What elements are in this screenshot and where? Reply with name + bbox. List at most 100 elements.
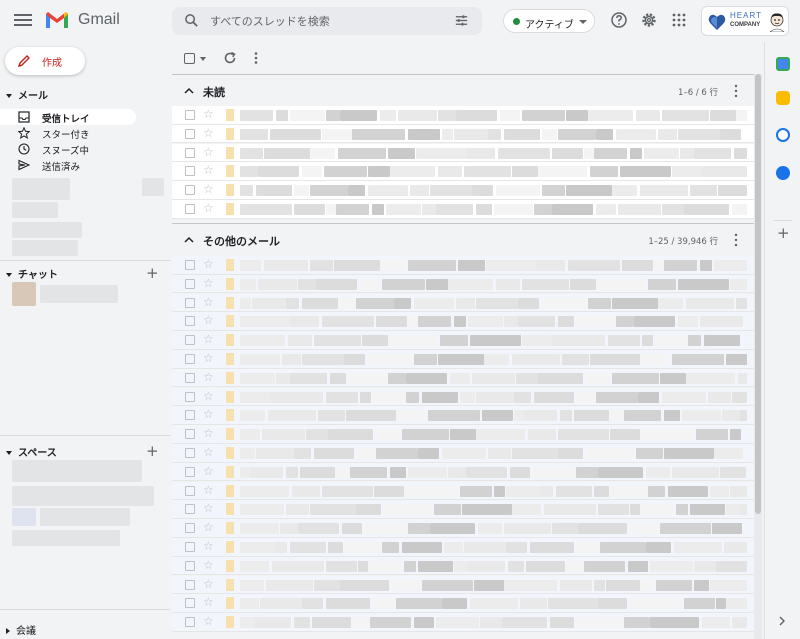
star-icon[interactable]: ☆ — [203, 332, 214, 346]
tasks-icon[interactable] — [776, 128, 790, 142]
importance-marker-icon[interactable] — [226, 465, 234, 478]
blurred-space-item[interactable] — [40, 508, 130, 526]
star-icon[interactable]: ☆ — [203, 351, 214, 365]
importance-marker-icon[interactable] — [226, 146, 234, 159]
row-checkbox[interactable] — [185, 598, 195, 609]
main-menu-icon[interactable] — [14, 11, 32, 29]
section-more-icon[interactable] — [734, 233, 738, 247]
user-avatar[interactable] — [768, 12, 786, 32]
importance-marker-icon[interactable] — [226, 522, 234, 535]
star-icon[interactable]: ☆ — [203, 595, 214, 609]
email-row[interactable]: ☆ — [172, 613, 754, 632]
row-checkbox[interactable] — [185, 410, 195, 421]
star-icon[interactable]: ☆ — [203, 389, 214, 403]
more-options-icon[interactable] — [248, 50, 264, 66]
contacts-icon[interactable] — [776, 166, 790, 180]
row-checkbox[interactable] — [185, 147, 195, 158]
email-row[interactable]: ☆ — [172, 350, 754, 369]
row-checkbox[interactable] — [185, 278, 195, 289]
importance-marker-icon[interactable] — [226, 259, 234, 271]
star-icon[interactable]: ☆ — [203, 577, 214, 591]
add-chat-plus-icon[interactable]: + — [146, 266, 159, 281]
row-checkbox[interactable] — [185, 391, 195, 402]
row-checkbox[interactable] — [185, 523, 195, 534]
email-row[interactable]: ☆ — [172, 575, 754, 595]
row-checkbox[interactable] — [185, 466, 195, 477]
importance-marker-icon[interactable] — [226, 616, 234, 629]
star-icon[interactable]: ☆ — [203, 445, 214, 459]
search-options-icon[interactable] — [454, 13, 469, 28]
star-icon[interactable]: ☆ — [203, 182, 214, 196]
email-row[interactable]: ☆ — [172, 444, 754, 463]
gmail-logo-icon[interactable] — [44, 10, 70, 30]
row-checkbox[interactable] — [185, 128, 195, 139]
row-checkbox[interactable] — [185, 185, 195, 196]
importance-marker-icon[interactable] — [226, 559, 234, 572]
star-icon[interactable]: ☆ — [203, 276, 214, 290]
blurred-chat-name[interactable] — [40, 285, 118, 303]
chevron-up-icon[interactable] — [184, 87, 194, 95]
search-icon[interactable] — [184, 13, 199, 28]
gmail-wordmark[interactable]: Gmail — [78, 11, 120, 29]
star-icon[interactable]: ☆ — [203, 501, 214, 515]
account-organization-badge[interactable]: HEART COMPANY — [701, 6, 789, 36]
mail-section-header[interactable]: メール — [6, 87, 48, 102]
row-checkbox[interactable] — [185, 542, 195, 552]
importance-marker-icon[interactable] — [226, 353, 234, 365]
sidebar-item-starred[interactable]: スター付き — [0, 125, 136, 141]
sidebar-item-sent[interactable]: 送信済み — [0, 157, 136, 173]
refresh-icon[interactable] — [222, 50, 238, 66]
star-icon[interactable]: ☆ — [203, 163, 214, 177]
importance-marker-icon[interactable] — [226, 277, 234, 290]
row-checkbox[interactable] — [185, 110, 195, 120]
email-row[interactable]: ☆ — [172, 425, 754, 444]
row-checkbox[interactable] — [185, 260, 195, 270]
email-row[interactable]: ☆ — [172, 538, 754, 557]
row-checkbox[interactable] — [185, 560, 195, 571]
row-checkbox[interactable] — [185, 429, 195, 440]
blurred-space-item[interactable] — [12, 460, 142, 482]
star-icon[interactable]: ☆ — [203, 614, 214, 628]
email-row[interactable]: ☆ — [172, 274, 754, 294]
spaces-section-header[interactable]: スペース — [6, 444, 57, 459]
importance-marker-icon[interactable] — [226, 315, 234, 328]
star-icon[interactable]: ☆ — [203, 370, 214, 384]
email-row[interactable]: ☆ — [172, 519, 754, 538]
star-icon[interactable]: ☆ — [203, 407, 214, 421]
scrollbar-thumb[interactable] — [755, 74, 761, 514]
importance-marker-icon[interactable] — [226, 578, 234, 591]
star-icon[interactable]: ☆ — [203, 520, 214, 534]
row-checkbox[interactable] — [185, 504, 195, 515]
email-row[interactable]: ☆ — [172, 162, 754, 181]
row-checkbox[interactable] — [185, 316, 195, 327]
importance-marker-icon[interactable] — [226, 428, 234, 441]
star-icon[interactable]: ☆ — [203, 313, 214, 327]
importance-marker-icon[interactable] — [226, 334, 234, 347]
meet-section-header[interactable]: 会議 — [6, 622, 36, 637]
row-checkbox[interactable] — [185, 617, 195, 628]
chat-section-header[interactable]: チャット — [6, 266, 58, 281]
email-row[interactable]: ☆ — [172, 181, 754, 200]
importance-marker-icon[interactable] — [226, 296, 234, 309]
email-row[interactable]: ☆ — [172, 481, 754, 501]
row-checkbox[interactable] — [185, 354, 195, 364]
keep-icon[interactable] — [776, 91, 790, 105]
email-row[interactable]: ☆ — [172, 406, 754, 425]
importance-marker-icon[interactable] — [226, 541, 234, 553]
expand-side-panel-chevron-icon[interactable] — [778, 616, 786, 626]
importance-marker-icon[interactable] — [226, 203, 234, 215]
star-icon[interactable]: ☆ — [203, 295, 214, 309]
calendar-icon[interactable] — [776, 57, 790, 71]
importance-marker-icon[interactable] — [226, 597, 234, 610]
importance-marker-icon[interactable] — [226, 109, 234, 121]
row-checkbox[interactable] — [185, 579, 195, 590]
importance-marker-icon[interactable] — [226, 503, 234, 516]
blurred-space-item[interactable] — [12, 530, 120, 546]
row-checkbox[interactable] — [185, 485, 195, 496]
importance-marker-icon[interactable] — [226, 127, 234, 140]
email-row[interactable]: ☆ — [172, 256, 754, 275]
blurred-space-item[interactable] — [12, 508, 36, 526]
importance-marker-icon[interactable] — [226, 371, 234, 384]
importance-marker-icon[interactable] — [226, 184, 234, 197]
email-row[interactable]: ☆ — [172, 594, 754, 613]
